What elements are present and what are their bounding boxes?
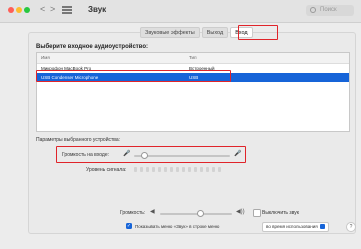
column-header-type[interactable]: Тип — [189, 53, 197, 63]
column-header-name[interactable]: Имя — [41, 53, 50, 63]
input-device-table[interactable]: Имя Тип Микрофон MacBook Pro Встроенный … — [36, 52, 350, 132]
search-placeholder: Поиск — [320, 7, 337, 13]
device-params-heading: Параметры выбранного устройства: — [36, 137, 121, 143]
popup-arrow-icon — [319, 224, 325, 230]
window-title: Звук — [88, 5, 107, 14]
mute-checkbox[interactable] — [253, 209, 261, 217]
input-level-label: Уровень сигнала: — [86, 167, 127, 173]
show-in-menubar-label: Показывать меню «Звук» в строке меню — [135, 224, 220, 229]
highlight-input-volume — [56, 146, 246, 163]
input-level-meter — [134, 167, 221, 172]
title-bar: < > Звук Поиск — [0, 0, 361, 23]
grid-icon[interactable] — [62, 5, 72, 14]
tab-bar: Звуковые эффекты Выход Вход — [140, 27, 253, 38]
show-in-menubar-checkbox[interactable]: ✓ — [126, 223, 132, 229]
forward-button[interactable]: > — [50, 4, 55, 14]
menubar-mode-select[interactable]: во время использования — [262, 222, 329, 232]
table-header: Имя Тип — [37, 53, 349, 64]
speaker-low-icon: ◀ — [150, 209, 155, 215]
search-input[interactable]: Поиск — [306, 5, 354, 16]
tab-sound-effects[interactable]: Звуковые эффекты — [140, 27, 200, 38]
back-button[interactable]: < — [40, 4, 45, 14]
help-icon[interactable]: ? — [346, 222, 356, 232]
output-volume-label: Громкость: — [120, 210, 146, 216]
highlight-tab-input — [238, 25, 278, 40]
speaker-high-icon: ◀)) — [236, 209, 245, 215]
sound-preferences-window: < > Звук Поиск Звуковые эффекты Выход Вх… — [0, 0, 361, 249]
fullscreen-window-icon[interactable] — [24, 7, 30, 13]
minimize-window-icon[interactable] — [16, 7, 22, 13]
menubar-mode-value: во время использования — [266, 224, 318, 229]
close-window-icon[interactable] — [8, 7, 14, 13]
highlight-selected-device — [36, 70, 231, 82]
tab-output[interactable]: Выход — [201, 27, 229, 38]
output-volume-knob[interactable] — [196, 210, 204, 217]
search-icon — [310, 7, 316, 13]
mute-label: Выключить звук — [262, 210, 299, 216]
input-device-heading: Выберите входное аудиоустройство: — [36, 44, 148, 50]
